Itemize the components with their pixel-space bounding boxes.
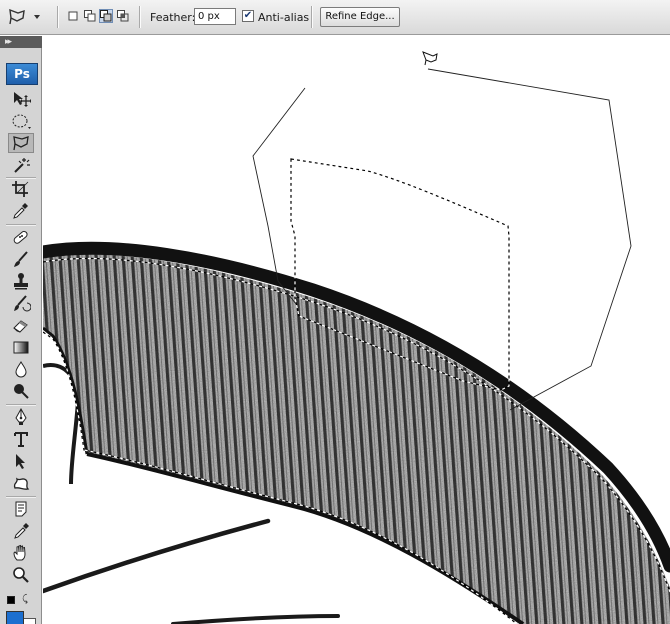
tool-group-divider xyxy=(6,496,36,497)
magnifier-icon xyxy=(13,567,29,583)
tool-group-divider xyxy=(6,177,36,178)
subtract-from-selection-button[interactable] xyxy=(99,9,113,23)
marquee-tool[interactable] xyxy=(8,111,34,131)
crop-tool[interactable] xyxy=(8,179,34,199)
add-to-selection-button[interactable] xyxy=(83,9,97,23)
tools-panel: ▸▸ Ps ⤹ xyxy=(0,36,42,624)
gradient-tool[interactable] xyxy=(8,337,34,357)
intersect-selection-icon xyxy=(117,10,129,22)
notes-icon xyxy=(15,501,27,517)
toolbar-divider xyxy=(57,6,58,28)
canvas-artwork xyxy=(43,51,670,624)
polygonal-lasso-icon xyxy=(13,136,29,151)
checkmark-icon: ✔ xyxy=(243,10,253,21)
gradient-icon xyxy=(13,341,29,354)
crop-icon xyxy=(12,181,29,197)
ink-stroke-1 xyxy=(43,518,271,594)
new-selection-icon xyxy=(68,11,78,21)
zoom-tool[interactable] xyxy=(8,565,34,585)
brush-tool[interactable] xyxy=(8,249,34,269)
anti-alias-checkbox[interactable]: ✔ xyxy=(242,10,254,22)
tool-group-divider xyxy=(6,224,36,225)
clone-stamp-tool[interactable] xyxy=(8,271,34,291)
expand-panel-icon: ▸▸ xyxy=(5,37,12,47)
move-tool-icon xyxy=(14,92,31,107)
hand-icon xyxy=(13,544,26,561)
polygonal-lasso-icon xyxy=(9,8,25,25)
ink-stroke-2 xyxy=(171,614,340,624)
chevron-down-icon xyxy=(34,15,40,19)
healing-brush-icon xyxy=(13,230,28,244)
magic-wand-tool[interactable] xyxy=(8,155,34,175)
dodge-tool[interactable] xyxy=(8,381,34,401)
feather-label: Feather: xyxy=(150,11,196,24)
custom-shape-icon xyxy=(13,477,30,490)
anti-alias-label: Anti-alias xyxy=(258,11,310,24)
magic-wand-icon xyxy=(14,158,30,173)
feather-input[interactable] xyxy=(194,8,236,25)
toolbar-divider xyxy=(311,6,312,28)
tool-preset-picker[interactable] xyxy=(6,6,46,28)
refine-edge-button[interactable]: Refine Edge... xyxy=(320,7,400,27)
photoshop-logo[interactable]: Ps xyxy=(6,63,38,85)
elliptical-marquee-icon xyxy=(12,114,31,129)
healing-brush-tool[interactable] xyxy=(8,227,34,247)
custom-shape-tool[interactable] xyxy=(8,473,34,493)
clone-stamp-icon xyxy=(14,273,28,290)
polygonal-lasso-tool[interactable] xyxy=(8,133,34,153)
subtract-from-selection-icon xyxy=(100,10,112,22)
pen-icon xyxy=(15,408,27,425)
eraser-icon xyxy=(13,320,28,333)
eraser-tool[interactable] xyxy=(8,315,34,335)
notes-tool[interactable] xyxy=(8,499,34,519)
type-tool[interactable] xyxy=(8,429,34,449)
path-selection-arrow-icon xyxy=(16,454,25,469)
move-tool[interactable] xyxy=(8,89,34,109)
pen-tool[interactable] xyxy=(8,407,34,427)
foreground-color-swatch[interactable] xyxy=(6,611,24,624)
swap-colors-icon[interactable]: ⤹ xyxy=(22,594,28,605)
type-icon xyxy=(14,432,28,447)
path-selection-tool[interactable] xyxy=(8,451,34,471)
intersect-selection-button[interactable] xyxy=(116,9,130,23)
new-selection-button[interactable] xyxy=(66,9,80,23)
dodge-icon xyxy=(14,384,29,399)
toolbar-divider xyxy=(139,6,140,28)
brush-icon xyxy=(14,251,28,267)
options-bar: Feather: ✔ Anti-alias Refine Edge... xyxy=(0,0,670,35)
history-brush-icon xyxy=(14,295,31,312)
blur-drop-icon xyxy=(15,361,27,378)
blur-tool[interactable] xyxy=(8,359,34,379)
eyedropper-icon xyxy=(13,203,28,219)
default-colors-icon[interactable] xyxy=(7,596,15,604)
eyedropper-tool[interactable] xyxy=(8,201,34,221)
hand-tool[interactable] xyxy=(8,543,34,563)
polygonal-lasso-cursor xyxy=(422,51,438,66)
eyedropper-3d-icon xyxy=(14,523,29,539)
eyedropper-3d-tool[interactable] xyxy=(8,521,34,541)
add-to-selection-icon xyxy=(84,10,96,22)
history-brush-tool[interactable] xyxy=(8,293,34,313)
tool-group-divider xyxy=(6,404,36,405)
document-canvas[interactable] xyxy=(43,36,670,624)
tools-panel-header[interactable]: ▸▸ xyxy=(0,36,42,48)
